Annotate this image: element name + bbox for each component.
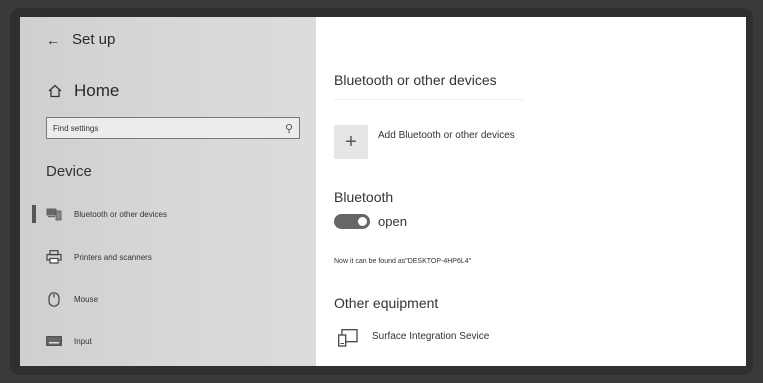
device-item-surface[interactable]: Surface Integration Sevice bbox=[338, 329, 489, 352]
printer-icon bbox=[46, 250, 62, 264]
home-icon bbox=[48, 84, 62, 98]
main-panel: Bluetooth or other devices + Add Bluetoo… bbox=[316, 17, 746, 366]
section-title-device: Device bbox=[46, 163, 92, 180]
search-box: ⚲ bbox=[46, 117, 300, 139]
back-arrow-icon: ← bbox=[46, 31, 60, 48]
discoverable-text: Now it can be found as"DESKTOP-4HP6L4" bbox=[334, 258, 472, 265]
sidebar-item-mouse[interactable]: Mouse bbox=[46, 291, 306, 307]
sidebar-item-printers[interactable]: Printers and scanners bbox=[46, 250, 306, 264]
sidebar-item-bluetooth[interactable]: Bluetooth or other devices bbox=[46, 207, 306, 221]
sidebar-item-label: Printers and scanners bbox=[74, 252, 152, 262]
back-button[interactable]: ← Set up bbox=[46, 31, 115, 48]
sidebar-item-input[interactable]: Input bbox=[46, 334, 306, 348]
device-name: Surface Integration Sevice bbox=[372, 331, 490, 342]
sidebar-item-label: Input bbox=[74, 336, 92, 346]
toggle-knob bbox=[358, 217, 367, 226]
add-device-button[interactable]: + Add Bluetooth or other devices bbox=[334, 125, 515, 159]
devices-icon bbox=[46, 207, 62, 221]
bluetooth-toggle[interactable] bbox=[334, 214, 370, 229]
search-input[interactable] bbox=[53, 123, 253, 133]
back-label: Set up bbox=[72, 31, 116, 48]
active-indicator bbox=[32, 205, 36, 223]
other-equipment-heading: Other equipment bbox=[334, 295, 439, 311]
sidebar-item-label: Bluetooth or other devices bbox=[74, 209, 167, 219]
page-title: Bluetooth or other devices bbox=[334, 72, 497, 88]
add-device-label: Add Bluetooth or other devices bbox=[378, 130, 515, 141]
settings-window: ← Set up Home ⚲ Device Bluetooth or othe… bbox=[20, 17, 746, 366]
toggle-state-label: open bbox=[378, 214, 407, 229]
search-icon[interactable]: ⚲ bbox=[285, 122, 293, 135]
title-divider bbox=[334, 99, 524, 100]
home-link[interactable]: Home bbox=[48, 81, 119, 101]
sidebar: ← Set up Home ⚲ Device Bluetooth or othe… bbox=[20, 17, 316, 366]
mouse-icon bbox=[46, 291, 62, 307]
home-label: Home bbox=[74, 81, 120, 100]
plus-icon: + bbox=[334, 125, 368, 159]
tablet-icon bbox=[338, 329, 358, 352]
bluetooth-heading: Bluetooth bbox=[334, 189, 394, 205]
keyboard-icon bbox=[46, 334, 62, 348]
bluetooth-toggle-row: open bbox=[334, 214, 407, 229]
sidebar-item-label: Mouse bbox=[74, 294, 99, 304]
